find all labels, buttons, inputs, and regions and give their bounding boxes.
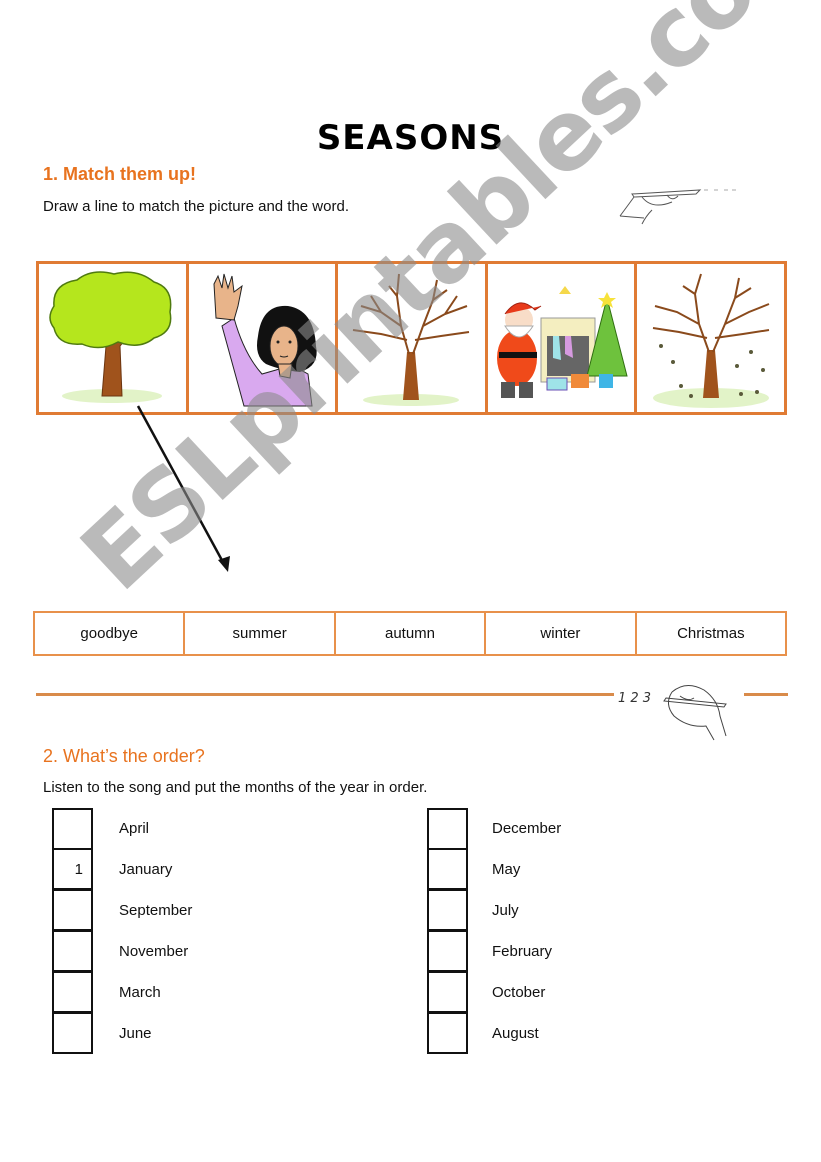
order-number-box[interactable] [427,807,468,850]
order-number-box[interactable]: 1 [52,848,93,890]
month-row: 1 January [52,848,192,890]
month-label: May [492,861,521,878]
order-number-box[interactable] [427,1012,468,1054]
month-label: December [492,820,562,837]
order-number-box[interactable] [52,971,93,1013]
santa-christmas-image [497,286,628,398]
word-cell[interactable]: summer [185,613,336,654]
green-tree-image [49,271,172,403]
section-divider [36,693,614,696]
bare-tree-image [353,273,470,406]
month-label: September [119,902,193,919]
picture-cell-waving-woman[interactable] [189,264,339,412]
word-row: goodbye summer autumn winter Christmas [33,611,787,656]
section2-heading: 2. What’s the order? [43,746,205,766]
autumn-tree-image [652,273,770,408]
month-row: November [52,930,192,972]
picture-cell-green-tree[interactable] [39,264,189,412]
order-number-box[interactable] [427,889,468,931]
month-row: June [52,1012,192,1054]
section-divider-end [744,693,788,696]
month-label: October [492,984,546,1001]
months-right-column: December May July February October Augus… [427,807,562,1054]
month-label: January [119,861,173,878]
picture-cell-santa-christmas[interactable] [488,264,638,412]
example-match-arrow [136,405,230,572]
word-cell[interactable]: Christmas [637,613,785,654]
month-label: August [492,1025,539,1042]
month-label: July [492,902,519,919]
order-number-box[interactable] [52,889,93,931]
month-row: December [427,807,562,850]
order-number-box[interactable] [52,930,93,972]
picture-row [36,261,787,415]
month-row: September [52,889,193,931]
order-number-box[interactable] [427,971,468,1013]
month-row: May [427,848,561,890]
word-cell[interactable]: autumn [336,613,487,654]
month-row: February [427,930,561,972]
order-number-box[interactable] [427,930,468,972]
month-row: March [52,971,192,1013]
month-label: February [492,943,553,960]
section1-heading: 1. Match them up! [43,164,197,184]
waving-woman-image [213,273,317,407]
month-row: July [427,889,561,931]
month-row: August [427,1012,561,1054]
section1-instruction: Draw a line to match the picture and the… [43,198,349,215]
picture-cell-bare-tree[interactable] [338,264,488,412]
picture-cell-autumn-tree[interactable] [637,264,784,412]
writing-hand-icon [619,189,736,225]
month-label: November [119,943,189,960]
month-row: April [52,807,192,850]
month-label: April [119,820,150,837]
order-number-box[interactable] [52,807,93,850]
writing-hand-numbers-icon: 1 2 3 [618,685,727,741]
divider-numbers: 1 2 3 [618,691,651,706]
month-label: March [119,984,161,1001]
order-number-box[interactable] [52,1012,93,1054]
word-cell[interactable]: goodbye [35,613,186,654]
page-title: SEASONS [316,118,505,158]
month-label: June [119,1025,152,1042]
order-number-box[interactable] [427,848,468,890]
section2-instruction: Listen to the song and put the months of… [43,779,428,796]
word-cell[interactable]: winter [486,613,637,654]
months-left-column: April 1 January September November March… [52,807,193,1054]
month-row: October [427,971,561,1013]
